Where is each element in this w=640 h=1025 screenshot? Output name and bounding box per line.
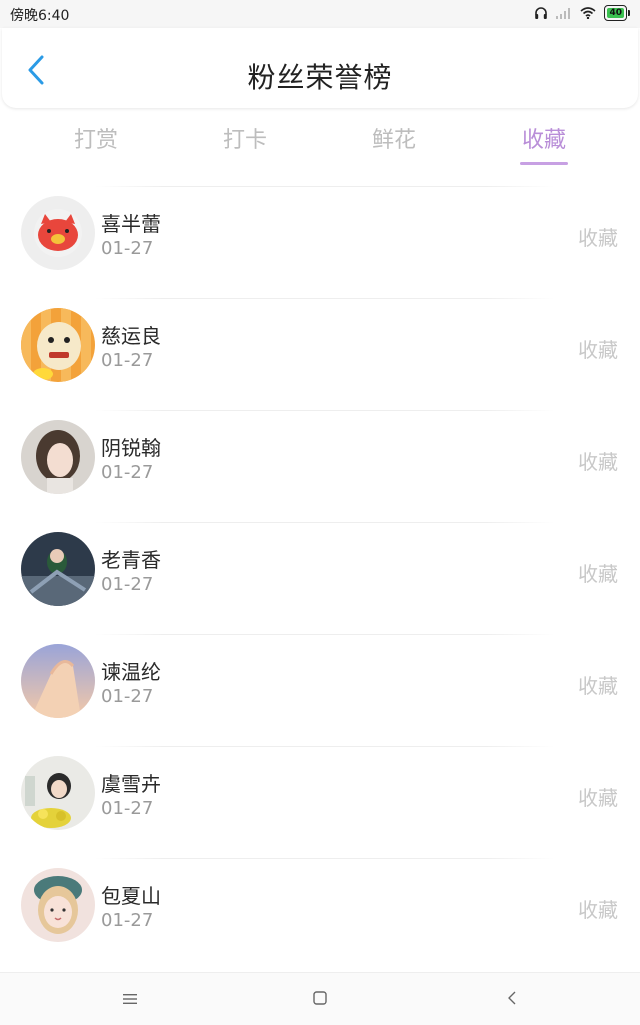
fan-name: 老青香 [101, 548, 161, 572]
battery-level: 40 [607, 8, 624, 18]
list-item[interactable]: 阴锐翰 01-27 收藏 [0, 410, 640, 522]
row-divider [95, 410, 555, 411]
wifi-icon [580, 7, 596, 19]
list-item[interactable]: 老青香 01-27 收藏 [0, 522, 640, 634]
list-item[interactable]: 谏温纶 01-27 收藏 [0, 634, 640, 746]
row-divider [95, 858, 555, 859]
signal-icon [556, 7, 572, 19]
tab-bar: 打赏 打卡 鲜花 收藏 [0, 110, 640, 170]
list-item[interactable]: 喜半蕾 01-27 收藏 [0, 186, 640, 298]
active-tab-indicator [520, 162, 568, 165]
fan-date: 01-27 [101, 350, 154, 371]
status-icons: 40 [534, 5, 630, 21]
fan-date: 01-27 [101, 574, 154, 595]
fan-action: 收藏 [578, 786, 618, 810]
fan-name: 包夏山 [101, 884, 161, 908]
avatar [21, 196, 95, 270]
row-divider [95, 186, 555, 187]
row-divider [95, 746, 555, 747]
fan-date: 01-27 [101, 910, 154, 931]
home-button[interactable] [312, 990, 328, 1009]
avatar [21, 420, 95, 494]
row-divider [95, 522, 555, 523]
tab-reward[interactable]: 打赏 [41, 122, 151, 154]
fan-date: 01-27 [101, 686, 154, 707]
fan-name: 慈运良 [101, 324, 161, 348]
battery-icon: 40 [604, 5, 627, 21]
menu-icon [123, 990, 137, 1009]
fan-name: 虞雪卉 [101, 772, 161, 796]
battery-tip [628, 10, 630, 16]
fan-action: 收藏 [578, 338, 618, 362]
fan-name: 谏温纶 [101, 660, 161, 684]
fan-date: 01-27 [101, 462, 154, 483]
avatar [21, 868, 95, 942]
header: 粉丝荣誉榜 [2, 28, 638, 108]
avatar [21, 644, 95, 718]
list-item[interactable]: 虞雪卉 01-27 收藏 [0, 746, 640, 858]
list-item[interactable]: 慈运良 01-27 收藏 [0, 298, 640, 410]
fan-action: 收藏 [578, 674, 618, 698]
row-divider [95, 298, 555, 299]
status-bar: 傍晚6:40 40 [0, 0, 640, 28]
menu-button[interactable] [122, 991, 138, 1007]
avatar [21, 532, 95, 606]
page-title: 粉丝荣誉榜 [247, 61, 393, 94]
fan-date: 01-27 [101, 238, 154, 259]
fan-action: 收藏 [578, 562, 618, 586]
fan-action: 收藏 [578, 450, 618, 474]
row-divider [95, 634, 555, 635]
tab-favorites[interactable]: 收藏 [489, 122, 599, 165]
fan-action: 收藏 [578, 226, 618, 250]
system-nav-bar [0, 972, 640, 1025]
tab-favorites-label: 收藏 [521, 128, 566, 153]
fan-action: 收藏 [578, 898, 618, 922]
fan-name: 阴锐翰 [101, 436, 161, 460]
list-item[interactable]: 包夏山 01-27 收藏 [0, 858, 640, 970]
back-nav-button[interactable] [504, 991, 520, 1007]
tab-checkin[interactable]: 打卡 [190, 122, 300, 154]
headphones-icon [534, 6, 548, 20]
back-triangle-icon [507, 990, 517, 1009]
home-square-icon [313, 990, 327, 1009]
status-time: 傍晚6:40 [10, 8, 70, 24]
avatar [21, 308, 95, 382]
fan-date: 01-27 [101, 798, 154, 819]
avatar [21, 756, 95, 830]
fan-name: 喜半蕾 [101, 212, 161, 236]
tab-flowers[interactable]: 鲜花 [339, 122, 449, 154]
